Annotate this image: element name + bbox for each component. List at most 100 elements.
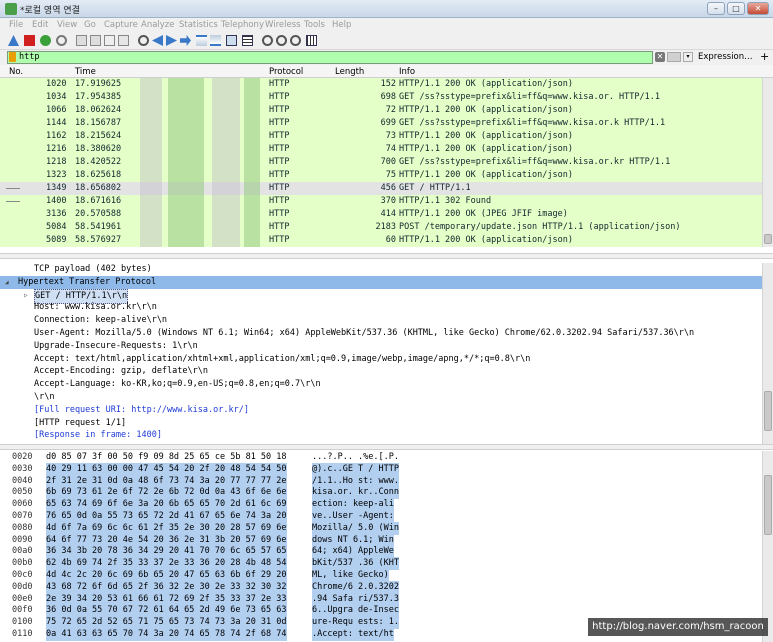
detail-line[interactable]: Accept-Encoding: gzip, deflate\r\n bbox=[0, 365, 762, 378]
tree-expander-icon[interactable]: ◢ bbox=[5, 276, 9, 289]
detail-line[interactable]: Accept: text/html,application/xhtml+xml,… bbox=[0, 353, 762, 366]
column-time[interactable]: Time bbox=[75, 67, 96, 77]
column-info[interactable]: Info bbox=[399, 67, 415, 77]
add-filter-button[interactable]: + bbox=[760, 51, 769, 63]
display-filter-input[interactable]: http bbox=[7, 51, 653, 64]
zoom-out-icon[interactable] bbox=[276, 35, 287, 46]
open-file-icon[interactable] bbox=[76, 35, 87, 46]
expression-button[interactable]: Expression… bbox=[698, 52, 753, 62]
column-protocol[interactable]: Protocol bbox=[269, 67, 303, 77]
detail-line[interactable]: [HTTP request 1/1] bbox=[0, 417, 762, 430]
packet-row[interactable]: 1020 17.919625 HTTP HTTP/1.1 200 OK (applic… bbox=[0, 78, 762, 91]
detail-line[interactable]: ▷ GET / HTTP/1.1\r\n bbox=[0, 288, 762, 304]
find-packet-icon[interactable] bbox=[138, 35, 149, 46]
redacted-address bbox=[244, 208, 260, 221]
menu-statistics[interactable]: Statistics bbox=[179, 20, 218, 30]
packet-row[interactable]: 3136 20.570588 HTTP HTTP/1.1 200 OK (JPEG J… bbox=[0, 208, 762, 221]
start-capture-icon[interactable] bbox=[8, 35, 19, 46]
filter-history-dropdown[interactable]: ▾ bbox=[683, 52, 693, 62]
filter-bookmark-icon[interactable] bbox=[9, 52, 16, 62]
packet-row[interactable]: 1034 17.954385 HTTP GET /ss?sstype=prefix&l… bbox=[0, 91, 762, 104]
pane-splitter-2[interactable] bbox=[0, 444, 773, 450]
menu-analyze[interactable]: Analyze bbox=[141, 20, 175, 30]
packet-list-scroll-thumb[interactable] bbox=[764, 234, 772, 244]
menu-view[interactable]: View bbox=[57, 20, 77, 30]
packet-protocol: HTTP bbox=[269, 79, 290, 89]
detail-line[interactable]: \r\n bbox=[0, 391, 762, 404]
minimize-button[interactable]: – bbox=[707, 2, 725, 15]
packet-no: 1144 bbox=[46, 118, 67, 128]
menu-tools[interactable]: Tools bbox=[304, 20, 325, 30]
menu-telephony[interactable]: Telephony bbox=[221, 20, 264, 30]
packet-protocol: HTTP bbox=[269, 105, 290, 115]
close-file-icon[interactable] bbox=[104, 35, 115, 46]
detail-line[interactable]: Accept-Language: ko-KR,ko;q=0.9,en-US;q=… bbox=[0, 378, 762, 391]
packet-row[interactable]: 5089 58.576927 HTTP HTTP/1.1 200 OK (applic… bbox=[0, 234, 762, 247]
column-no[interactable]: No. bbox=[9, 67, 23, 77]
menu-bar: File Edit View Go Capture Analyze Statis… bbox=[0, 18, 773, 32]
capture-options-icon[interactable] bbox=[56, 35, 67, 46]
detail-line[interactable]: User-Agent: Mozilla/5.0 (Windows NT 6.1;… bbox=[0, 327, 762, 340]
details-scrollbar[interactable] bbox=[762, 263, 773, 446]
go-back-icon[interactable] bbox=[152, 35, 163, 46]
maximize-button[interactable]: □ bbox=[727, 2, 745, 15]
clear-filter-button[interactable]: ✕ bbox=[655, 52, 665, 62]
detail-link[interactable]: [Response in frame: 1400] bbox=[0, 429, 762, 442]
bytes-scrollbar[interactable] bbox=[762, 451, 773, 642]
packet-list-scrollbar[interactable] bbox=[762, 78, 773, 247]
packet-protocol: HTTP bbox=[269, 157, 290, 167]
colorize-icon[interactable] bbox=[242, 35, 253, 46]
packet-length: 2183 bbox=[375, 222, 396, 232]
normal-size-icon[interactable] bbox=[290, 35, 301, 46]
restart-capture-icon[interactable] bbox=[40, 35, 51, 46]
reload-file-icon[interactable] bbox=[118, 35, 129, 46]
zoom-in-icon[interactable] bbox=[262, 35, 273, 46]
detail-link[interactable]: [Full request URI: http://www.kisa.or.kr… bbox=[0, 404, 762, 417]
detail-line[interactable]: Host: www.kisa.or.kr\r\n bbox=[0, 301, 762, 314]
go-forward-icon[interactable] bbox=[166, 35, 177, 46]
first-packet-icon[interactable] bbox=[196, 35, 207, 46]
hex-bytes: 0a 41 63 63 65 70 74 3a 20 74 65 78 74 2… bbox=[46, 628, 287, 641]
detail-text: Host: www.kisa.or.kr\r\n bbox=[34, 302, 157, 313]
detail-line[interactable]: Upgrade-Insecure-Requests: 1\r\n bbox=[0, 340, 762, 353]
menu-wireless[interactable]: Wireless bbox=[265, 20, 301, 30]
auto-scroll-icon[interactable] bbox=[226, 35, 237, 46]
packet-row[interactable]: 1349 18.656802 HTTP GET / HTTP/1.1 456 bbox=[0, 182, 762, 195]
packet-row[interactable]: 1216 18.380620 HTTP HTTP/1.1 200 OK (applic… bbox=[0, 143, 762, 156]
column-length[interactable]: Length bbox=[335, 67, 364, 77]
packet-row[interactable]: 1323 18.625618 HTTP HTTP/1.1 200 OK (applic… bbox=[0, 169, 762, 182]
detail-line[interactable]: ◢ Hypertext Transfer Protocol bbox=[0, 275, 762, 289]
menu-edit[interactable]: Edit bbox=[32, 20, 48, 30]
save-file-icon[interactable] bbox=[90, 35, 101, 46]
menu-go[interactable]: Go bbox=[84, 20, 96, 30]
packet-info: HTTP/1.1 200 OK (JPEG JFIF image) bbox=[399, 209, 568, 219]
redacted-address bbox=[244, 182, 260, 195]
bytes-scroll-thumb[interactable] bbox=[764, 475, 772, 535]
menu-file[interactable]: File bbox=[9, 20, 23, 30]
packet-list: 1020 17.919625 HTTP HTTP/1.1 200 OK (applic… bbox=[0, 78, 762, 247]
redacted-address bbox=[212, 208, 240, 221]
apply-filter-button[interactable] bbox=[667, 52, 681, 62]
packet-row[interactable]: 1400 18.671616 HTTP HTTP/1.1 302 Found 370 bbox=[0, 195, 762, 208]
go-to-packet-icon[interactable] bbox=[180, 35, 191, 46]
packet-protocol: HTTP bbox=[269, 209, 290, 219]
detail-line[interactable]: TCP payload (402 bytes) bbox=[0, 263, 762, 276]
pane-splitter[interactable] bbox=[0, 253, 773, 259]
menu-capture[interactable]: Capture bbox=[104, 20, 138, 30]
packet-row[interactable]: 1162 18.215624 HTTP HTTP/1.1 200 OK (applic… bbox=[0, 130, 762, 143]
detail-line[interactable]: Connection: keep-alive\r\n bbox=[0, 314, 762, 327]
packet-length: 152 bbox=[380, 79, 396, 89]
redacted-address bbox=[244, 221, 260, 234]
packet-row[interactable]: 1218 18.420522 HTTP GET /ss?sstype=prefix&l… bbox=[0, 156, 762, 169]
resize-columns-icon[interactable] bbox=[306, 35, 317, 46]
packet-row[interactable]: 5084 58.541961 HTTP POST /temporary/update.… bbox=[0, 221, 762, 234]
packet-row[interactable]: 1144 18.156787 HTTP GET /ss?sstype=prefix&l… bbox=[0, 117, 762, 130]
details-scroll-thumb[interactable] bbox=[764, 391, 772, 431]
tree-expander-icon[interactable]: ▷ bbox=[24, 289, 28, 302]
last-packet-icon[interactable] bbox=[210, 35, 221, 46]
packet-row[interactable]: 1066 18.062624 HTTP HTTP/1.1 200 OK (applic… bbox=[0, 104, 762, 117]
menu-help[interactable]: Help bbox=[332, 20, 351, 30]
stop-capture-icon[interactable] bbox=[24, 35, 35, 46]
packet-length: 74 bbox=[385, 144, 396, 154]
close-button[interactable]: ✕ bbox=[747, 2, 769, 15]
